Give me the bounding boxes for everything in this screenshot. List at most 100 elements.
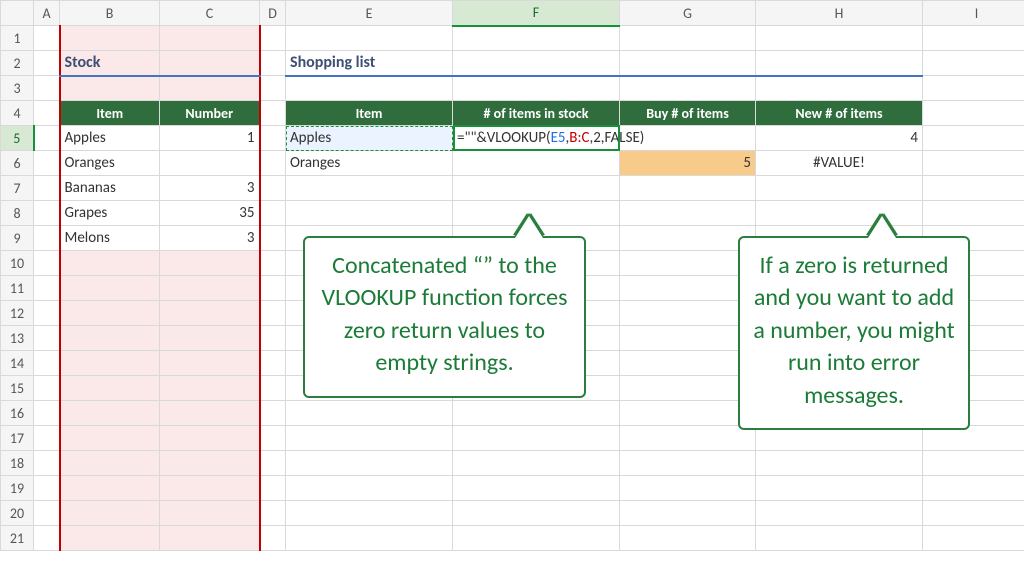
cell-G13[interactable] xyxy=(620,326,756,351)
cell-C1[interactable] xyxy=(160,26,260,51)
cell-B8[interactable]: Grapes xyxy=(60,201,160,226)
cell-F4[interactable]: # of items in stock xyxy=(453,101,620,126)
cell-A15[interactable] xyxy=(34,376,60,401)
cell-C4[interactable]: Number xyxy=(160,101,260,126)
cell-H18[interactable] xyxy=(756,451,923,476)
cell-E17[interactable] xyxy=(286,426,453,451)
row-header-5[interactable]: 5 xyxy=(1,126,34,151)
cell-A13[interactable] xyxy=(34,326,60,351)
cell-D18[interactable] xyxy=(260,451,286,476)
cell-C15[interactable] xyxy=(160,376,260,401)
cell-D20[interactable] xyxy=(260,501,286,526)
cell-F6[interactable] xyxy=(453,151,620,176)
cell-F16[interactable] xyxy=(453,401,620,426)
cell-C2[interactable] xyxy=(160,51,260,76)
cell-B6[interactable]: Oranges xyxy=(60,151,160,176)
cell-E19[interactable] xyxy=(286,476,453,501)
cell-C18[interactable] xyxy=(160,451,260,476)
cell-A3[interactable] xyxy=(34,76,60,101)
cell-E7[interactable] xyxy=(286,176,453,201)
cell-I19[interactable] xyxy=(923,476,1024,501)
cell-H4[interactable]: New # of items xyxy=(756,101,923,126)
cell-B3[interactable] xyxy=(60,76,160,101)
cell-A7[interactable] xyxy=(34,176,60,201)
cell-G8[interactable] xyxy=(620,201,756,226)
cell-D6[interactable] xyxy=(260,151,286,176)
row-header-9[interactable]: 9 xyxy=(1,226,34,251)
cell-I18[interactable] xyxy=(923,451,1024,476)
cell-H8[interactable] xyxy=(756,201,923,226)
cell-A12[interactable] xyxy=(34,301,60,326)
cell-G20[interactable] xyxy=(620,501,756,526)
row-header-3[interactable]: 3 xyxy=(1,76,34,101)
cell-G16[interactable] xyxy=(620,401,756,426)
cell-B15[interactable] xyxy=(60,376,160,401)
cell-H3[interactable] xyxy=(756,76,923,101)
cell-I4[interactable] xyxy=(923,101,1024,126)
cell-F18[interactable] xyxy=(453,451,620,476)
col-header-A[interactable]: A xyxy=(34,1,60,26)
cell-E20[interactable] xyxy=(286,501,453,526)
row-header-11[interactable]: 11 xyxy=(1,276,34,301)
col-header-E[interactable]: E xyxy=(286,1,453,26)
cell-G9[interactable] xyxy=(620,226,756,251)
row-header-12[interactable]: 12 xyxy=(1,301,34,326)
cell-E21[interactable] xyxy=(286,526,453,551)
cell-G3[interactable] xyxy=(620,76,756,101)
cell-D7[interactable] xyxy=(260,176,286,201)
cell-B21[interactable] xyxy=(60,526,160,551)
cell-D13[interactable] xyxy=(260,326,286,351)
row-header-21[interactable]: 21 xyxy=(1,526,34,551)
row-header-19[interactable]: 19 xyxy=(1,476,34,501)
row-header-18[interactable]: 18 xyxy=(1,451,34,476)
cell-H6[interactable]: #VALUE! xyxy=(756,151,923,176)
cell-C16[interactable] xyxy=(160,401,260,426)
cell-A8[interactable] xyxy=(34,201,60,226)
cell-A5[interactable] xyxy=(34,126,60,151)
row-header-7[interactable]: 7 xyxy=(1,176,34,201)
row-header-17[interactable]: 17 xyxy=(1,426,34,451)
cell-D5[interactable] xyxy=(260,126,286,151)
cell-C10[interactable] xyxy=(160,251,260,276)
cell-D12[interactable] xyxy=(260,301,286,326)
cell-I2[interactable] xyxy=(923,51,1024,76)
cell-B12[interactable] xyxy=(60,301,160,326)
cell-B10[interactable] xyxy=(60,251,160,276)
cell-D11[interactable] xyxy=(260,276,286,301)
row-header-16[interactable]: 16 xyxy=(1,401,34,426)
cell-G2[interactable] xyxy=(620,51,756,76)
cell-G19[interactable] xyxy=(620,476,756,501)
cell-F21[interactable] xyxy=(453,526,620,551)
cell-E8[interactable] xyxy=(286,201,453,226)
cell-I8[interactable] xyxy=(923,201,1024,226)
cell-F20[interactable] xyxy=(453,501,620,526)
cell-G21[interactable] xyxy=(620,526,756,551)
cell-B17[interactable] xyxy=(60,426,160,451)
cell-B7[interactable]: Bananas xyxy=(60,176,160,201)
cell-E6[interactable]: Oranges xyxy=(286,151,453,176)
cell-E2[interactable]: Shopping list xyxy=(286,51,453,76)
cell-C20[interactable] xyxy=(160,501,260,526)
cell-D3[interactable] xyxy=(260,76,286,101)
cell-D8[interactable] xyxy=(260,201,286,226)
cell-I6[interactable] xyxy=(923,151,1024,176)
cell-D1[interactable] xyxy=(260,26,286,51)
cell-C17[interactable] xyxy=(160,426,260,451)
cell-C5[interactable]: 1 xyxy=(160,126,260,151)
row-header-20[interactable]: 20 xyxy=(1,501,34,526)
cell-B14[interactable] xyxy=(60,351,160,376)
cell-H5[interactable]: 4 xyxy=(756,126,923,151)
cell-C19[interactable] xyxy=(160,476,260,501)
row-header-1[interactable]: 1 xyxy=(1,26,34,51)
cell-D15[interactable] xyxy=(260,376,286,401)
col-header-B[interactable]: B xyxy=(60,1,160,26)
row-header-13[interactable]: 13 xyxy=(1,326,34,351)
cell-E3[interactable] xyxy=(286,76,453,101)
cell-C12[interactable] xyxy=(160,301,260,326)
cell-C21[interactable] xyxy=(160,526,260,551)
cell-B4[interactable]: Item xyxy=(60,101,160,126)
cell-B20[interactable] xyxy=(60,501,160,526)
cell-H21[interactable] xyxy=(756,526,923,551)
row-header-2[interactable]: 2 xyxy=(1,51,34,76)
cell-H19[interactable] xyxy=(756,476,923,501)
